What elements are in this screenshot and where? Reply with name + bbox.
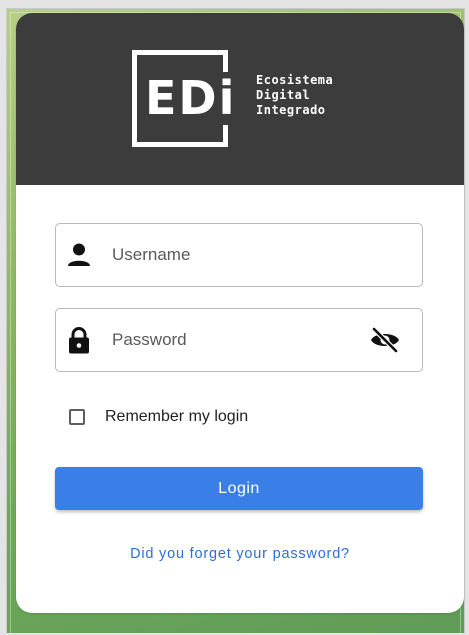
login-button[interactable]: Login: [55, 467, 423, 510]
username-input[interactable]: [112, 224, 362, 286]
remember-label: Remember my login: [105, 408, 249, 425]
forgot-password-link[interactable]: Did you forget your password?: [16, 546, 464, 562]
remember-login[interactable]: Remember my login: [69, 406, 248, 428]
logo-tagline-line: Digital: [256, 88, 311, 102]
logo-frame-right-top: [223, 50, 228, 72]
logo-tagline: Ecosistema Digital Integrado: [256, 73, 333, 118]
edi-logo: EDi: [132, 50, 242, 147]
logo-tagline-line: Integrado: [256, 103, 326, 117]
password-input[interactable]: [112, 309, 362, 371]
remember-checkbox[interactable]: [69, 409, 85, 425]
eye-off-icon[interactable]: [370, 327, 400, 353]
logo-letters: EDi: [145, 71, 237, 125]
login-card: EDi Ecosistema Digital Integrado Usernam…: [16, 13, 464, 613]
password-field[interactable]: [55, 308, 423, 372]
username-field[interactable]: [55, 223, 423, 287]
person-icon: [68, 243, 90, 266]
logo-tagline-line: Ecosistema: [256, 73, 334, 87]
card-header: EDi Ecosistema Digital Integrado: [16, 13, 464, 185]
lock-icon: [69, 327, 89, 354]
logo-frame-right-bottom: [223, 125, 228, 147]
